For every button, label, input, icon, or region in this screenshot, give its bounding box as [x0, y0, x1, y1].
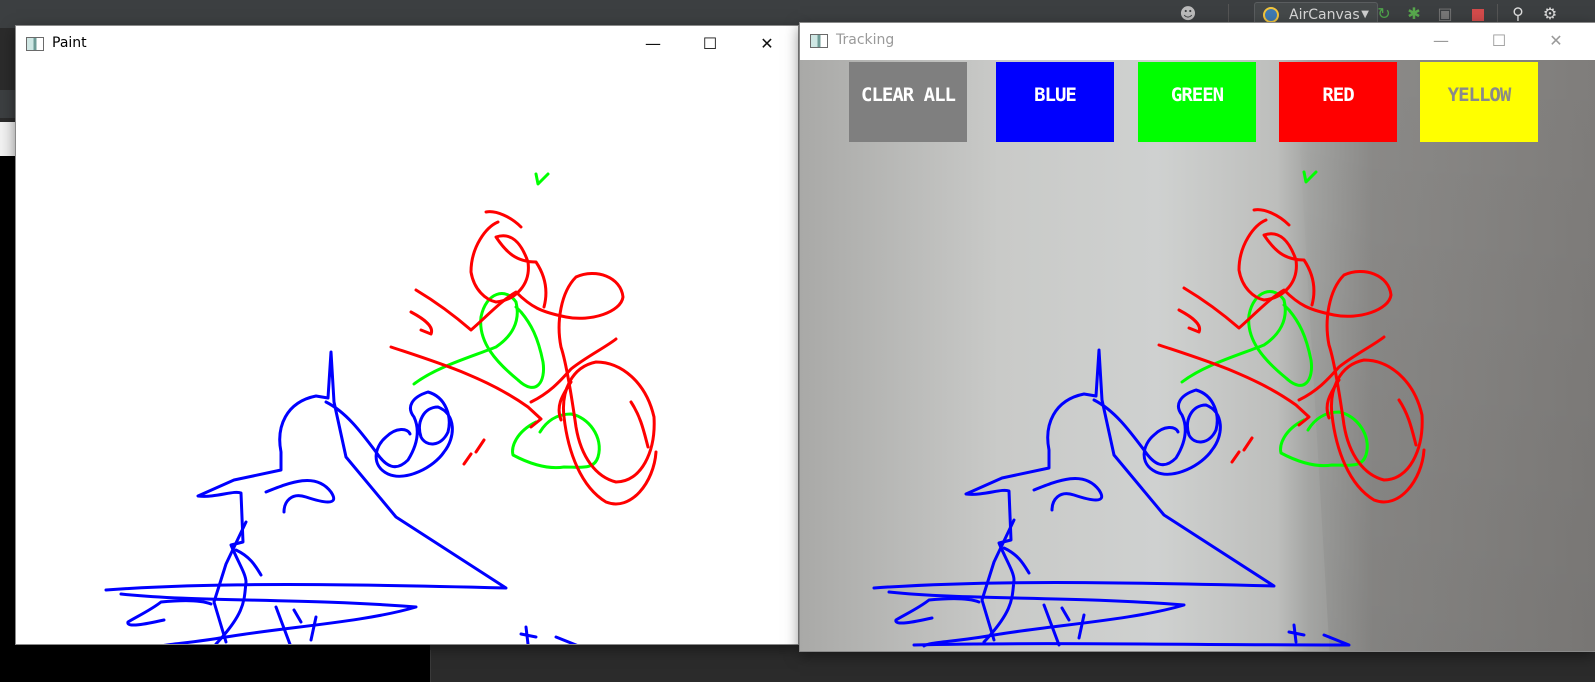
red-stroke — [1397, 398, 1418, 447]
minimize-button[interactable]: — — [1418, 23, 1464, 59]
green-stroke — [534, 172, 550, 186]
debug-icon[interactable]: ✱ — [1404, 4, 1424, 24]
tracking-drawing-overlay — [872, 170, 1426, 648]
blue-stroke — [912, 623, 1351, 647]
app-window-icon — [26, 37, 44, 51]
rerun-icon[interactable]: ↻ — [1374, 4, 1394, 24]
paint-drawing — [104, 172, 658, 644]
stop-icon[interactable] — [1468, 4, 1488, 24]
red-stroke — [629, 400, 650, 449]
paint-titlebar[interactable]: Paint — ☐ ✕ — [16, 26, 798, 62]
user-icon[interactable]: ☻▾ — [1178, 4, 1198, 43]
tracking-window: Tracking — ☐ ✕ CLEAR ALL BLUE GREEN RED … — [800, 23, 1595, 651]
green-stroke — [1180, 290, 1314, 387]
search-icon[interactable]: ⚲ — [1508, 4, 1528, 24]
toolbar-divider — [1497, 4, 1498, 24]
blue-stroke — [894, 597, 981, 625]
paint-window: Paint — ☐ ✕ — [16, 26, 798, 644]
red-stroke — [389, 337, 618, 466]
close-button[interactable]: ✕ — [744, 26, 790, 62]
toolbar-divider — [1228, 4, 1229, 24]
blue-stroke — [1092, 388, 1222, 476]
stroke-group — [872, 170, 1426, 648]
app-window-icon — [810, 34, 828, 48]
webcam-feed: CLEAR ALL BLUE GREEN RED YELLOW — [800, 60, 1595, 651]
blue-stroke — [1032, 476, 1103, 512]
maximize-button[interactable]: ☐ — [687, 26, 733, 62]
tracking-window-title: Tracking — [836, 32, 895, 48]
run-config-label: AirCanvas — [1289, 7, 1360, 23]
stroke-group — [104, 172, 658, 644]
profile-icon[interactable]: ▣ — [1435, 4, 1455, 24]
paint-window-title: Paint — [52, 35, 87, 51]
settings-icon[interactable]: ⚙ — [1540, 4, 1560, 24]
ide-editor-area — [430, 650, 1595, 682]
blue-stroke — [212, 520, 248, 644]
blue-stroke — [324, 390, 454, 478]
blue-stroke — [980, 518, 1016, 642]
blue-stroke — [519, 625, 578, 644]
green-stroke — [412, 292, 546, 389]
maximize-button[interactable]: ☐ — [1476, 23, 1522, 59]
red-stroke — [1157, 335, 1386, 464]
green-stroke — [1302, 170, 1318, 184]
blue-stroke — [264, 478, 335, 514]
close-button[interactable]: ✕ — [1533, 23, 1579, 59]
python-icon — [1263, 7, 1279, 23]
blue-stroke — [126, 599, 213, 627]
paint-canvas[interactable] — [16, 62, 798, 644]
tracking-titlebar[interactable]: Tracking — ☐ ✕ — [800, 23, 1595, 59]
minimize-button[interactable]: — — [630, 26, 676, 62]
